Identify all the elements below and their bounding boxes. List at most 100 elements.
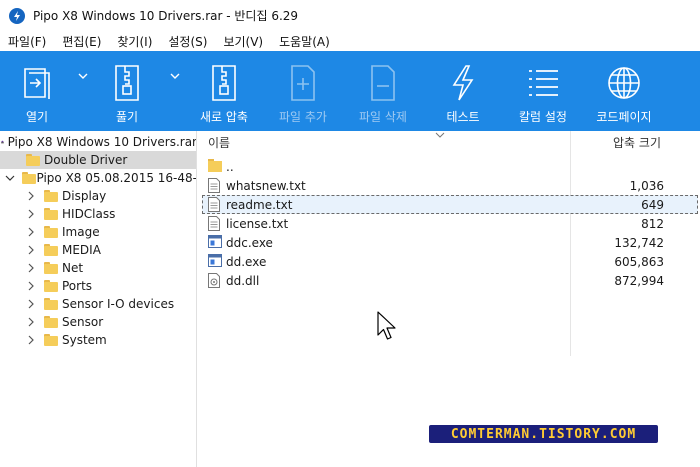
column-header-size[interactable]: 압축 크기 bbox=[571, 131, 696, 153]
tree-item-sensor-io[interactable]: Sensor I-O devices bbox=[0, 295, 196, 313]
menu-help[interactable]: 도움말(A) bbox=[271, 33, 338, 50]
folder-icon bbox=[22, 172, 36, 184]
folder-icon bbox=[44, 334, 58, 346]
rar-archive-icon: RAR bbox=[0, 140, 3, 144]
test-button[interactable]: 테스트 bbox=[443, 51, 483, 131]
chevron-right-icon[interactable] bbox=[26, 335, 36, 345]
file-name: readme.txt bbox=[226, 197, 293, 212]
list-item-ddc-exe[interactable]: ddc.exe 132,742 bbox=[198, 233, 700, 252]
file-size: 649 bbox=[641, 197, 664, 212]
sort-chevron-icon bbox=[435, 132, 445, 138]
executable-icon bbox=[208, 254, 222, 269]
file-list: 이름 압축 크기 .. whatsnew.txt 1,036 readme.tx… bbox=[198, 131, 700, 467]
list-item-whatsnew[interactable]: whatsnew.txt 1,036 bbox=[198, 176, 700, 195]
file-size: 132,742 bbox=[614, 235, 664, 250]
tree-item-label: Pipo X8 05.08.2015 16-48- bbox=[36, 171, 197, 185]
text-file-icon bbox=[208, 197, 220, 212]
menu-file[interactable]: 파일(F) bbox=[0, 33, 54, 50]
chevron-right-icon[interactable] bbox=[26, 299, 36, 309]
codepage-button[interactable]: 코드페이지 bbox=[592, 51, 656, 131]
tree-item-label: MEDIA bbox=[62, 243, 101, 257]
tree-item-label: Sensor bbox=[62, 315, 104, 329]
extract-dropdown-chevron-icon[interactable] bbox=[170, 71, 180, 81]
tree-item-net[interactable]: Net bbox=[0, 259, 196, 277]
open-archive-icon bbox=[17, 63, 57, 103]
text-file-icon bbox=[208, 178, 220, 193]
list-item-dd-exe[interactable]: dd.exe 605,863 bbox=[198, 252, 700, 271]
column-header-name[interactable]: 이름 bbox=[208, 131, 568, 153]
tree-item-label: Sensor I-O devices bbox=[62, 297, 175, 311]
new-archive-button[interactable]: 새로 압축 bbox=[196, 51, 252, 131]
chevron-right-icon[interactable] bbox=[26, 263, 36, 273]
folder-icon bbox=[44, 316, 58, 328]
tree-item-sensor[interactable]: Sensor bbox=[0, 313, 196, 331]
add-files-button[interactable]: 파일 추가 bbox=[274, 51, 332, 131]
tree-item-hidclass[interactable]: HIDClass bbox=[0, 205, 196, 223]
menu-view[interactable]: 보기(V) bbox=[215, 33, 271, 50]
chevron-right-icon[interactable] bbox=[26, 191, 36, 201]
tree-item-label: Double Driver bbox=[44, 153, 128, 167]
lightning-icon bbox=[443, 63, 483, 103]
add-file-icon bbox=[283, 63, 323, 103]
open-button[interactable]: 열기 bbox=[15, 51, 59, 131]
column-settings-label: 칼럼 설정 bbox=[519, 110, 567, 124]
menu-edit[interactable]: 편집(E) bbox=[54, 33, 109, 50]
folder-icon bbox=[44, 244, 58, 256]
file-name: whatsnew.txt bbox=[226, 178, 306, 193]
menu-bar: 파일(F) 편집(E) 찾기(I) 설정(S) 보기(V) 도움말(A) bbox=[0, 31, 700, 51]
chevron-right-icon[interactable] bbox=[26, 317, 36, 327]
delete-files-button[interactable]: 파일 삭제 bbox=[354, 51, 412, 131]
open-dropdown-chevron-icon[interactable] bbox=[78, 71, 88, 81]
column-settings-button[interactable]: 칼럼 설정 bbox=[514, 51, 572, 131]
file-name: license.txt bbox=[226, 216, 289, 231]
chevron-down-icon[interactable] bbox=[5, 173, 15, 183]
column-list-icon bbox=[523, 63, 563, 103]
chevron-right-icon[interactable] bbox=[26, 227, 36, 237]
tree-item-pipo-x8[interactable]: Pipo X8 05.08.2015 16-48- bbox=[0, 169, 197, 187]
test-label: 테스트 bbox=[446, 110, 480, 124]
new-archive-icon bbox=[204, 63, 244, 103]
bandizip-app-icon bbox=[9, 7, 25, 24]
chevron-right-icon[interactable] bbox=[26, 209, 36, 219]
tree-item-label: Ports bbox=[62, 279, 93, 293]
folder-icon bbox=[26, 154, 40, 166]
watermark-badge: COMTERMAN.TISTORY.COM bbox=[429, 425, 658, 443]
tree-item-ports[interactable]: Ports bbox=[0, 277, 196, 295]
tree-item-display[interactable]: Display bbox=[0, 187, 196, 205]
extract-button[interactable]: 풀기 bbox=[105, 51, 149, 131]
tree-item-label: HIDClass bbox=[62, 207, 116, 221]
menu-settings[interactable]: 설정(S) bbox=[160, 33, 215, 50]
tree-item-media[interactable]: MEDIA bbox=[0, 241, 196, 259]
folder-icon bbox=[208, 159, 222, 174]
file-name: ddc.exe bbox=[226, 235, 273, 250]
tree-root-archive[interactable]: RAR Pipo X8 Windows 10 Drivers.rar bbox=[0, 133, 196, 151]
list-item-parent[interactable]: .. bbox=[198, 157, 700, 176]
file-name: dd.dll bbox=[226, 273, 260, 288]
codepage-label: 코드페이지 bbox=[596, 110, 652, 124]
tree-item-image[interactable]: Image bbox=[0, 223, 196, 241]
open-label: 열기 bbox=[25, 110, 49, 124]
list-item-readme[interactable]: readme.txt 649 bbox=[198, 195, 700, 214]
file-name: dd.exe bbox=[226, 254, 267, 269]
list-item-dd-dll[interactable]: dd.dll 872,994 bbox=[198, 271, 700, 290]
file-size: 1,036 bbox=[629, 178, 664, 193]
chevron-right-icon[interactable] bbox=[26, 245, 36, 255]
folder-icon bbox=[44, 262, 58, 274]
tree-item-label: System bbox=[62, 333, 107, 347]
dll-gear-icon bbox=[208, 273, 220, 288]
menu-find[interactable]: 찾기(I) bbox=[109, 33, 160, 50]
file-size: 812 bbox=[641, 216, 664, 231]
tree-item-label: Display bbox=[62, 189, 107, 203]
tree-item-system[interactable]: System bbox=[0, 331, 196, 349]
file-size: 872,994 bbox=[614, 273, 664, 288]
tree-item-label: Net bbox=[62, 261, 84, 275]
column-header-name-label: 이름 bbox=[208, 135, 231, 150]
file-name: .. bbox=[226, 159, 234, 174]
chevron-right-icon[interactable] bbox=[26, 281, 36, 291]
toolbar: 열기 풀기 새로 압축 파일 추가 파일 삭제 테스트 칼럼 설정 코드페이지 bbox=[0, 51, 700, 131]
extract-label: 풀기 bbox=[115, 110, 139, 124]
folder-icon bbox=[44, 280, 58, 292]
list-item-license[interactable]: license.txt 812 bbox=[198, 214, 700, 233]
delete-files-label: 파일 삭제 bbox=[359, 110, 407, 124]
tree-item-double-driver[interactable]: Double Driver bbox=[0, 151, 196, 169]
